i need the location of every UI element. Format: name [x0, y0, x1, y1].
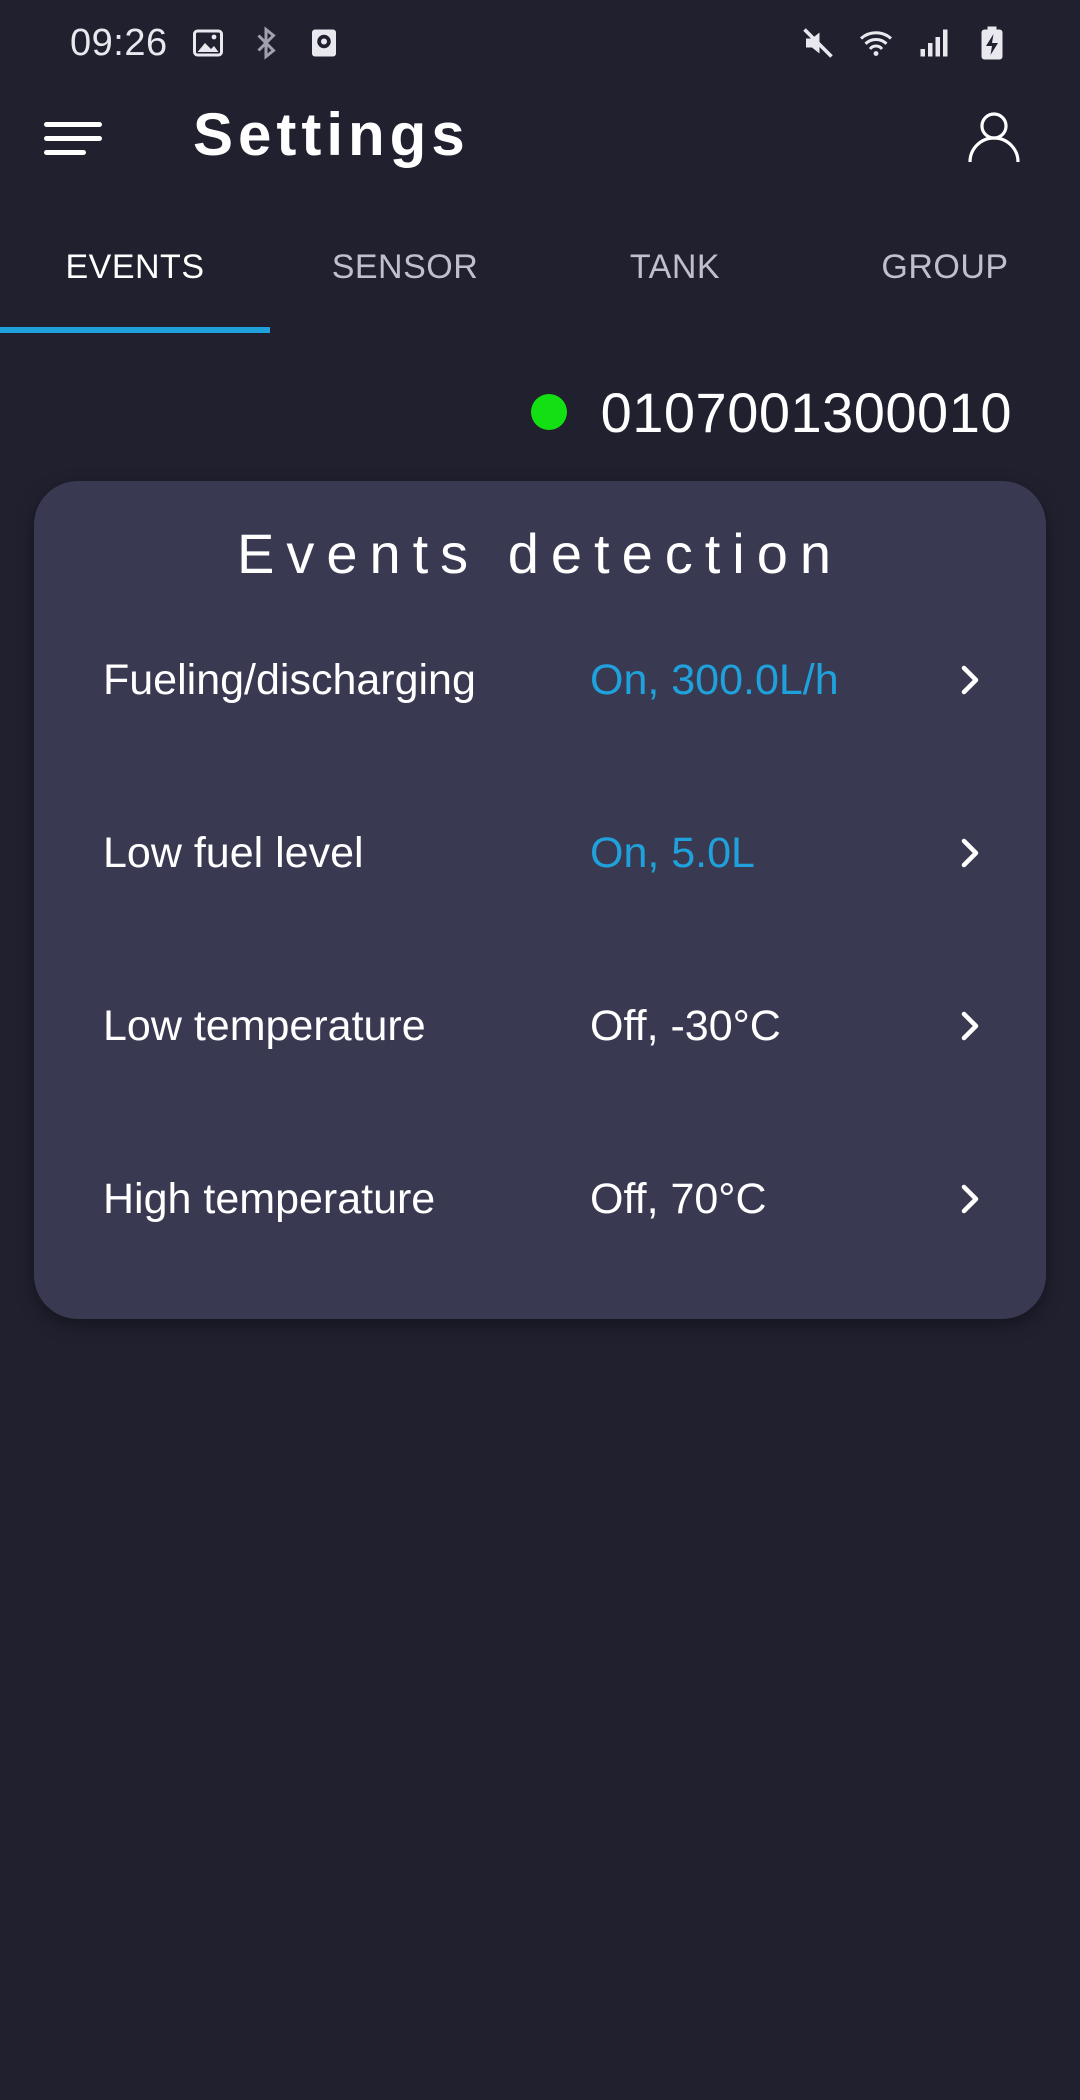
tab-tank[interactable]: TANK — [540, 198, 810, 336]
event-value: Off, -30°C — [590, 1001, 781, 1050]
event-value: On, 300.0L/h — [590, 655, 839, 704]
event-row-low-fuel[interactable]: Low fuel level On, 5.0L — [34, 798, 1046, 908]
tab-group[interactable]: GROUP — [810, 198, 1080, 336]
tab-sensor[interactable]: SENSOR — [270, 198, 540, 336]
device-status-row: 0107001300010 — [530, 372, 1012, 452]
mute-icon — [800, 25, 836, 61]
camera-badge-icon — [306, 25, 342, 61]
tab-bar: EVENTS SENSOR TANK GROUP — [0, 198, 1080, 336]
page-title: Settings — [193, 101, 470, 168]
card-title: Events detection — [236, 522, 844, 585]
event-label: Low fuel level — [103, 828, 364, 877]
event-row-fueling[interactable]: Fueling/discharging On, 300.0L/h — [34, 625, 1046, 735]
wifi-icon — [858, 25, 894, 61]
status-bar: 09:26 — [0, 0, 1080, 86]
chevron-right-icon — [950, 1179, 990, 1219]
events-detection-card: Events detection Fueling/discharging On,… — [34, 481, 1046, 1319]
active-tab-indicator — [0, 327, 270, 333]
bluetooth-icon — [248, 25, 284, 61]
signal-icon — [916, 25, 952, 61]
user-profile-icon[interactable] — [966, 108, 1022, 164]
status-time: 09:26 — [70, 21, 168, 64]
online-status-dot — [530, 394, 567, 430]
device-id: 0107001300010 — [600, 380, 1012, 444]
hamburger-menu-icon[interactable] — [44, 114, 104, 164]
event-value: Off, 70°C — [590, 1174, 767, 1223]
status-bar-left: 09:26 — [70, 22, 342, 65]
app-bar: Settings — [0, 86, 1080, 190]
event-label: Low temperature — [103, 1001, 426, 1050]
chevron-right-icon — [950, 660, 990, 700]
chevron-right-icon — [950, 833, 990, 873]
event-value: On, 5.0L — [590, 828, 755, 877]
status-bar-right — [800, 25, 1010, 61]
event-label: High temperature — [103, 1174, 436, 1223]
event-label: Fueling/discharging — [103, 655, 476, 704]
chevron-right-icon — [950, 1006, 990, 1046]
battery-charging-icon — [974, 25, 1010, 61]
tab-events[interactable]: EVENTS — [0, 198, 270, 336]
event-row-high-temperature[interactable]: High temperature Off, 70°C — [34, 1144, 1046, 1254]
image-icon — [190, 25, 226, 61]
event-row-low-temperature[interactable]: Low temperature Off, -30°C — [34, 971, 1046, 1081]
